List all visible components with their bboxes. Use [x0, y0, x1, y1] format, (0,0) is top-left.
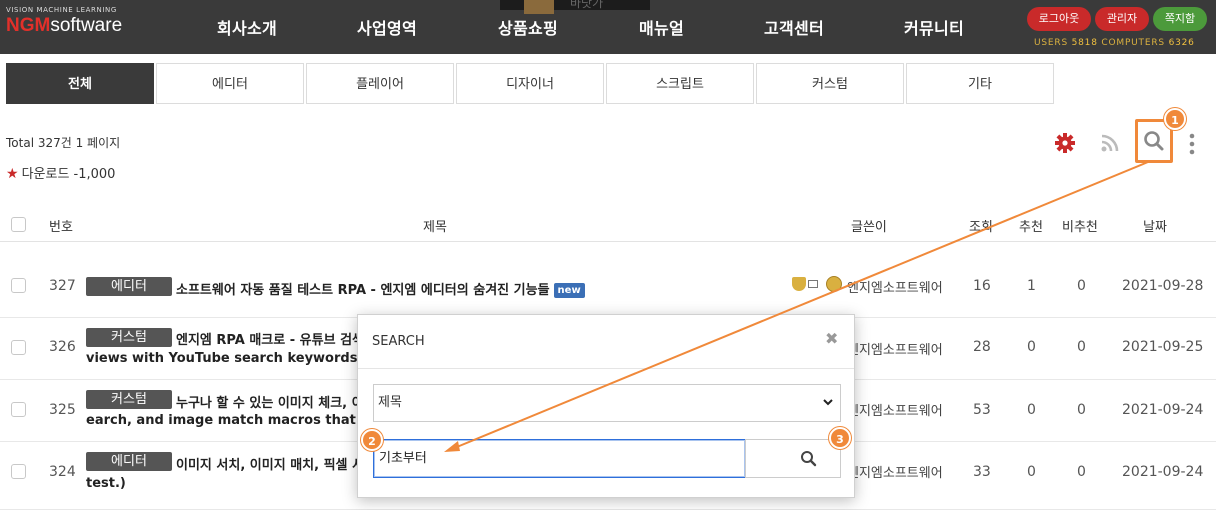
annotation-badge-3: 3 [829, 427, 851, 449]
annotation-badge-1: 1 [1164, 108, 1186, 130]
page: 바닷가 VISION MACHINE LEARNING NGMsoftware … [0, 0, 1216, 510]
annotation-arrow [444, 161, 1149, 452]
annotation-badge-2: 2 [361, 429, 383, 451]
